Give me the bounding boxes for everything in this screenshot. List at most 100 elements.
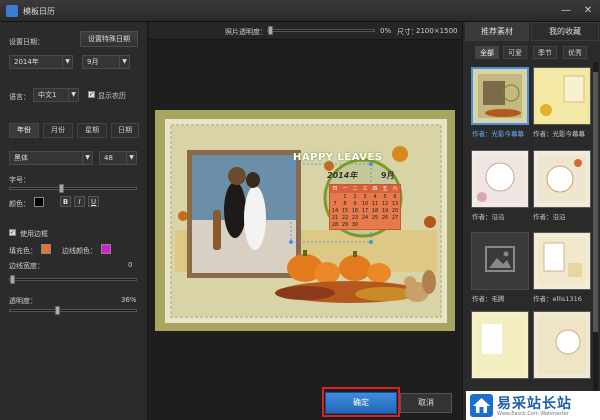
- set-date-label: 设置日期：: [9, 38, 44, 46]
- watermark-subtitle: Www.Easck.Com Webmaster: [497, 411, 569, 417]
- tab-week[interactable]: 星期: [77, 123, 107, 138]
- size-value: 2100×1500: [416, 27, 458, 35]
- border-width-value: 0: [128, 261, 133, 269]
- bold-button[interactable]: B: [60, 196, 71, 207]
- spacing-label: 字号：: [9, 176, 30, 184]
- calendar-canvas[interactable]: HAPPY LEAVES 2014年 9月 日一二三四五六 1234567891…: [155, 110, 455, 331]
- calendar-month: 9月: [381, 171, 395, 180]
- chevron-down-icon: ▼: [68, 89, 78, 101]
- thumb-author: 作者：ellis1316: [533, 295, 582, 303]
- photo-opacity-slider-thumb[interactable]: [268, 26, 273, 35]
- ok-button[interactable]: 确定: [325, 392, 397, 414]
- border-width-slider-thumb[interactable]: [10, 275, 15, 284]
- template-thumb[interactable]: [471, 311, 529, 379]
- close-button[interactable]: ✕: [580, 3, 596, 18]
- calendar-day: 6: [393, 194, 397, 200]
- special-date-button[interactable]: 设置特殊日期: [80, 31, 138, 47]
- tab-recommended[interactable]: 推荐素材: [465, 22, 529, 41]
- template-thumb[interactable]: [471, 232, 529, 290]
- material-scrollbar[interactable]: [593, 62, 598, 407]
- category-cute[interactable]: 可爱: [503, 46, 527, 59]
- tab-date[interactable]: 日期: [111, 123, 139, 138]
- template-thumb[interactable]: [533, 67, 591, 125]
- calendar-day: 19: [381, 208, 389, 214]
- calendar-day: 25: [371, 215, 379, 221]
- calendar-weekday-row: 日一二三四五六: [330, 185, 400, 193]
- spacing-slider-thumb[interactable]: [59, 184, 64, 193]
- photo-opacity-slider[interactable]: [267, 26, 375, 35]
- show-lunar-checkbox[interactable]: ✓: [88, 91, 95, 98]
- year-select[interactable]: 2014年 ▼: [9, 55, 73, 69]
- calendar-day: 15: [341, 208, 349, 214]
- calendar-day: 2: [353, 194, 357, 200]
- use-border-label: 使用边框: [20, 230, 48, 238]
- preview-area: 照片透明度： 0% 尺寸： 2100×1500 HAPPY LEAVES 201…: [149, 22, 461, 420]
- scrollbar-thumb[interactable]: [593, 72, 598, 332]
- template-thumb[interactable]: [533, 311, 591, 379]
- calendar-day: 20: [391, 208, 399, 214]
- calendar-day: 27: [391, 215, 399, 221]
- category-all[interactable]: 全部: [475, 46, 499, 59]
- thumb-preview: [538, 237, 586, 285]
- settings-panel: 设置日期： 设置特殊日期 2014年 ▼ 9月 ▼ 语言： 中文1 ▼ ✓ 显示…: [0, 22, 148, 420]
- calendar-day: 16: [351, 208, 359, 214]
- chevron-down-icon: ▼: [82, 152, 92, 164]
- calendar-day: 28: [331, 222, 339, 228]
- calendar-weekday: 二: [352, 186, 358, 192]
- font-size-value: 48: [104, 154, 113, 162]
- calendar-weekday: 一: [342, 186, 348, 192]
- tab-year[interactable]: 年份: [9, 123, 39, 138]
- border-color-label: 边线颜色：: [62, 247, 97, 255]
- opacity-label: 透明度：: [9, 297, 37, 305]
- show-lunar-label: 显示农历: [98, 92, 126, 100]
- cancel-button[interactable]: 取消: [400, 393, 452, 413]
- category-season[interactable]: 季节: [533, 46, 557, 59]
- minimize-button[interactable]: —: [558, 3, 574, 18]
- opacity-slider[interactable]: [9, 306, 137, 315]
- spacing-slider[interactable]: [9, 184, 137, 193]
- font-select[interactable]: 黑体 ▼: [9, 151, 93, 165]
- chevron-down-icon: ▼: [126, 152, 136, 164]
- thumb-author: 作者：光影今幕幕: [472, 130, 524, 138]
- calendar-day: 22: [341, 215, 349, 221]
- template-thumb[interactable]: [471, 67, 529, 125]
- border-width-label: 边线宽度：: [9, 262, 44, 270]
- calendar-template-artwork: [155, 110, 455, 331]
- opacity-slider-thumb[interactable]: [55, 306, 60, 315]
- thumb-preview: [478, 74, 522, 118]
- template-thumb[interactable]: [533, 232, 591, 290]
- thumb-preview: [538, 316, 586, 374]
- calendar-day: 11: [371, 201, 379, 207]
- template-thumb[interactable]: [533, 150, 591, 208]
- thumb-author: 作者：沿沿: [533, 213, 566, 221]
- opacity-value: 36%: [121, 296, 137, 304]
- calendar-day: 29: [341, 222, 349, 228]
- text-color-swatch[interactable]: [34, 197, 44, 207]
- use-border-checkbox[interactable]: ✓: [9, 229, 16, 236]
- image-placeholder-icon: [485, 246, 515, 272]
- template-thumb[interactable]: [471, 150, 529, 208]
- font-size-select[interactable]: 48 ▼: [99, 151, 137, 165]
- thumb-preview: [476, 155, 524, 203]
- calendar-day: 10: [361, 201, 369, 207]
- language-select[interactable]: 中文1 ▼: [33, 88, 79, 102]
- tab-favorites[interactable]: 我的收藏: [531, 22, 599, 41]
- italic-button[interactable]: I: [74, 196, 85, 207]
- calendar-day: 8: [343, 201, 347, 207]
- calendar-day: 23: [351, 215, 359, 221]
- thumb-author: 作者：沿沿: [472, 213, 505, 221]
- watermark-title: 易采站长站: [497, 396, 572, 412]
- chevron-down-icon: ▼: [119, 56, 129, 68]
- underline-button[interactable]: U: [88, 196, 99, 207]
- month-select[interactable]: 9月 ▼: [82, 55, 130, 69]
- app-icon: [6, 5, 18, 17]
- year-select-value: 2014年: [14, 58, 39, 66]
- title-bar: 模板日历 — ✕: [0, 0, 600, 22]
- border-width-slider[interactable]: [9, 275, 137, 284]
- category-excellent[interactable]: 优秀: [563, 46, 587, 59]
- fill-color-swatch[interactable]: [41, 244, 51, 254]
- calendar-day: 30: [351, 222, 359, 228]
- border-color-swatch[interactable]: [101, 244, 111, 254]
- tab-month[interactable]: 月份: [43, 123, 73, 138]
- color-label: 颜色：: [9, 200, 30, 208]
